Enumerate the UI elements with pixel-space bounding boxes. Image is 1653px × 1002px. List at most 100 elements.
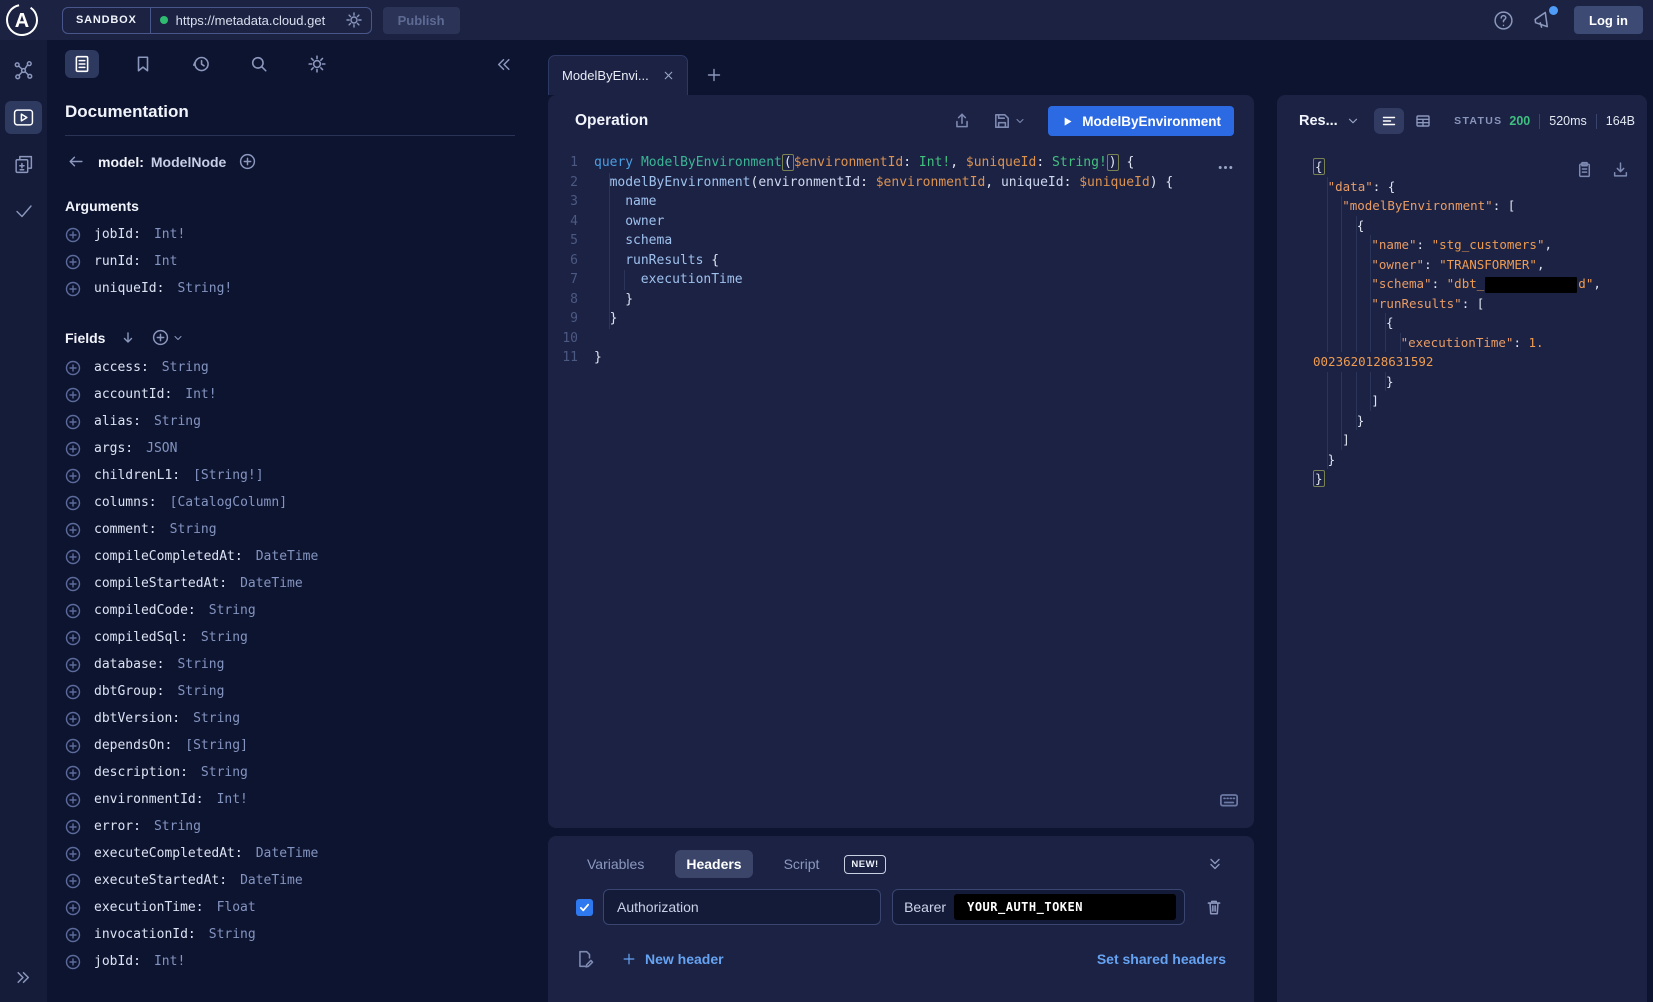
copy-response-icon[interactable] xyxy=(1574,159,1595,180)
field-name[interactable]: executeCompletedAt: xyxy=(94,846,243,861)
add-field-icon[interactable] xyxy=(238,152,257,171)
expand-rail-button[interactable] xyxy=(11,965,36,990)
field-name[interactable]: executionTime: xyxy=(94,900,204,915)
field-name[interactable]: columns: xyxy=(94,495,157,510)
argument-name[interactable]: runId: xyxy=(94,254,141,269)
run-operation-button[interactable]: ModelByEnvironment xyxy=(1048,106,1234,136)
breadcrumb-type[interactable]: ModelNode xyxy=(151,154,226,170)
header-value-input[interactable]: Bearer YOUR_AUTH_TOKEN xyxy=(892,889,1185,925)
response-json[interactable]: {"data": {"modelByEnvironment": [{"name"… xyxy=(1313,157,1633,489)
field-name[interactable]: description: xyxy=(94,765,188,780)
history-icon[interactable] xyxy=(187,50,215,78)
settings-gear-icon[interactable] xyxy=(303,50,331,78)
field-type[interactable]: String xyxy=(162,360,209,375)
query-editor[interactable]: 1query ModelByEnvironment($environmentId… xyxy=(548,147,1254,828)
field-type[interactable]: DateTime xyxy=(256,846,319,861)
argument-type[interactable]: Int xyxy=(154,254,177,269)
response-body[interactable]: {"data": {"modelByEnvironment": [{"name"… xyxy=(1277,147,1647,1002)
add-to-query-icon[interactable] xyxy=(65,738,81,754)
login-button[interactable]: Log in xyxy=(1574,6,1643,34)
add-to-query-icon[interactable] xyxy=(65,495,81,511)
editor-menu-dots-icon[interactable] xyxy=(1213,155,1238,180)
field-type[interactable]: String xyxy=(154,414,201,429)
field-type[interactable]: String xyxy=(209,603,256,618)
argument-type[interactable]: Int! xyxy=(154,227,185,242)
query-code[interactable]: 1query ModelByEnvironment($environmentId… xyxy=(548,153,1254,368)
save-operation-icon[interactable] xyxy=(989,108,1030,134)
header-enabled-checkbox[interactable] xyxy=(576,899,593,916)
endpoint-settings-gear-icon[interactable] xyxy=(346,12,362,28)
endpoint-url-group[interactable]: https://metadata.cloud.get xyxy=(151,8,371,33)
field-type[interactable]: String xyxy=(193,711,240,726)
add-to-query-icon[interactable] xyxy=(65,927,81,943)
changelog-icon[interactable] xyxy=(7,148,40,181)
sandbox-badge[interactable]: SANDBOX xyxy=(63,8,151,33)
field-type[interactable]: DateTime xyxy=(256,549,319,564)
announcements-button[interactable] xyxy=(1528,5,1558,35)
schema-graph-icon[interactable] xyxy=(7,54,40,87)
add-to-query-icon[interactable] xyxy=(65,711,81,727)
field-type[interactable]: String xyxy=(154,819,201,834)
request-settings-tab[interactable]: Variables xyxy=(576,850,655,878)
field-name[interactable]: compiledSql: xyxy=(94,630,188,645)
field-type[interactable]: String xyxy=(170,522,217,537)
add-to-query-icon[interactable] xyxy=(65,900,81,916)
add-to-query-icon[interactable] xyxy=(65,630,81,646)
argument-type[interactable]: String! xyxy=(177,281,232,296)
field-name[interactable]: compileStartedAt: xyxy=(94,576,227,591)
request-settings-tab[interactable]: Script xyxy=(773,850,831,878)
keyboard-shortcuts-icon[interactable] xyxy=(1217,788,1241,812)
field-name[interactable]: error: xyxy=(94,819,141,834)
field-name[interactable]: environmentId: xyxy=(94,792,204,807)
field-type[interactable]: [String!] xyxy=(193,468,263,483)
field-type[interactable]: DateTime xyxy=(240,576,303,591)
field-name[interactable]: args: xyxy=(94,441,133,456)
search-icon[interactable] xyxy=(245,50,273,78)
field-name[interactable]: dbtGroup: xyxy=(94,684,164,699)
new-header-button[interactable]: New header xyxy=(622,951,724,967)
table-view-toggle[interactable] xyxy=(1408,108,1438,134)
add-all-fields-icon[interactable] xyxy=(151,328,185,347)
add-to-query-icon[interactable] xyxy=(65,254,81,270)
field-type[interactable]: String xyxy=(177,684,224,699)
close-tab-icon[interactable] xyxy=(660,67,677,84)
response-dropdown[interactable]: Res... xyxy=(1299,113,1360,129)
field-name[interactable]: alias: xyxy=(94,414,141,429)
add-to-query-icon[interactable] xyxy=(65,657,81,673)
add-to-query-icon[interactable] xyxy=(65,873,81,889)
field-name[interactable]: comment: xyxy=(94,522,157,537)
header-key-input[interactable] xyxy=(603,889,881,925)
field-name[interactable]: database: xyxy=(94,657,164,672)
add-to-query-icon[interactable] xyxy=(65,281,81,297)
field-name[interactable]: executeStartedAt: xyxy=(94,873,227,888)
set-shared-headers-button[interactable]: Set shared headers xyxy=(1097,951,1226,967)
delete-header-icon[interactable] xyxy=(1202,895,1226,919)
field-name[interactable]: dbtVersion: xyxy=(94,711,180,726)
bookmarks-icon[interactable] xyxy=(129,50,157,78)
add-to-query-icon[interactable] xyxy=(65,414,81,430)
edit-headers-document-icon[interactable] xyxy=(576,950,594,968)
field-name[interactable]: compiledCode: xyxy=(94,603,196,618)
field-type[interactable]: String xyxy=(201,630,248,645)
documentation-tab-icon[interactable] xyxy=(65,50,99,78)
field-type[interactable]: [String] xyxy=(185,738,248,753)
add-to-query-icon[interactable] xyxy=(65,576,81,592)
add-to-query-icon[interactable] xyxy=(65,792,81,808)
field-type[interactable]: Int! xyxy=(217,792,248,807)
add-to-query-icon[interactable] xyxy=(65,441,81,457)
checks-icon[interactable] xyxy=(8,195,40,227)
add-to-query-icon[interactable] xyxy=(65,227,81,243)
field-type[interactable]: String xyxy=(177,657,224,672)
field-name[interactable]: compileCompletedAt: xyxy=(94,549,243,564)
field-name[interactable]: dependsOn: xyxy=(94,738,172,753)
argument-name[interactable]: jobId: xyxy=(94,227,141,242)
sort-fields-icon[interactable] xyxy=(119,329,137,347)
apollo-logo-icon[interactable]: A xyxy=(4,2,40,38)
new-tab-icon[interactable] xyxy=(702,63,726,87)
collapse-panel-icon[interactable] xyxy=(1204,853,1226,875)
share-operation-icon[interactable] xyxy=(949,108,975,134)
add-to-query-icon[interactable] xyxy=(65,684,81,700)
add-to-query-icon[interactable] xyxy=(65,819,81,835)
publish-button[interactable]: Publish xyxy=(383,7,460,34)
field-type[interactable]: Int! xyxy=(154,954,185,969)
